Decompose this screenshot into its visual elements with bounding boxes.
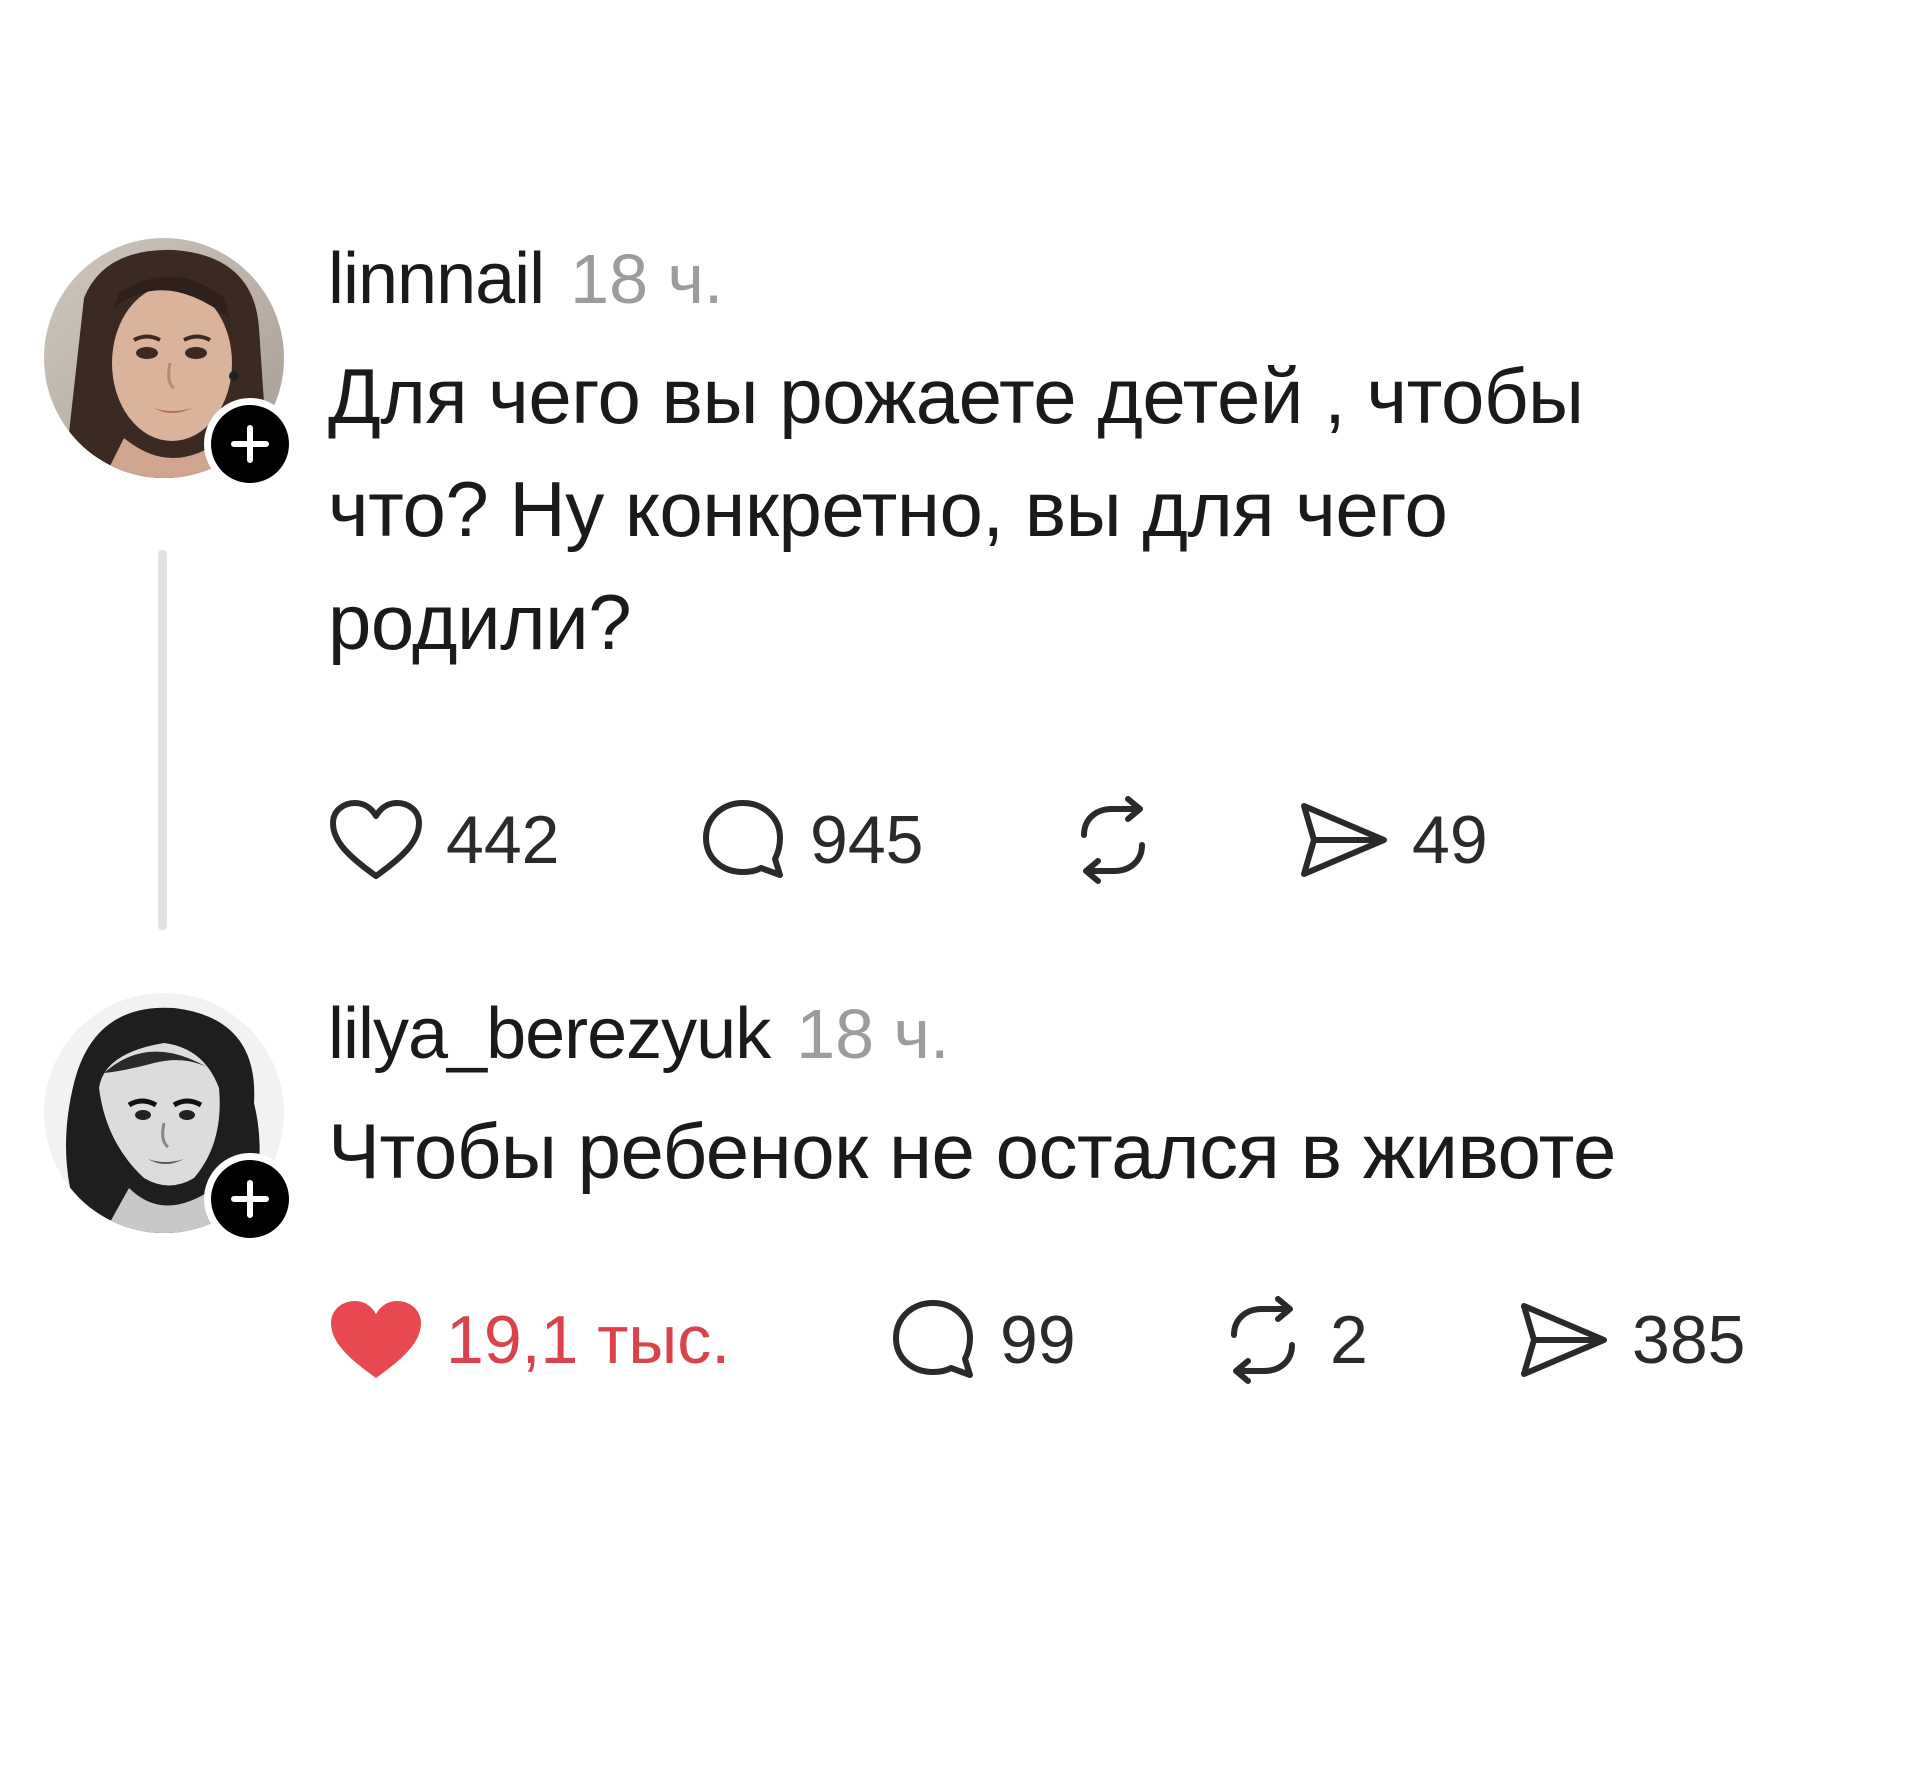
post-content: lilya_berezyuk 18 ч. Чтобы ребенок не ос… bbox=[328, 985, 1828, 1384]
post-content: linnnail 18 ч. Для чего вы рожаете детей… bbox=[328, 230, 1828, 884]
plus-icon bbox=[231, 1180, 269, 1218]
repost-button[interactable] bbox=[1068, 795, 1298, 885]
post-text: Для чего вы рожаете детей , чтобы что? Н… bbox=[328, 340, 1828, 679]
share-count: 385 bbox=[1632, 1302, 1746, 1378]
like-button[interactable]: 19,1 тыс. bbox=[328, 1298, 888, 1382]
post-timestamp: 18 ч. bbox=[796, 995, 950, 1073]
post-text: Чтобы ребенок не остался в животе bbox=[328, 1095, 1828, 1208]
post-meta: lilya_berezyuk 18 ч. bbox=[328, 985, 1828, 1095]
post-username[interactable]: lilya_berezyuk bbox=[328, 993, 771, 1075]
send-icon bbox=[1301, 803, 1387, 877]
heart-filled-icon bbox=[331, 1301, 421, 1378]
follow-button[interactable] bbox=[204, 1153, 296, 1245]
post-actions: 442 945 49 bbox=[328, 785, 1558, 895]
comment-count: 99 bbox=[1000, 1302, 1076, 1378]
heart-icon bbox=[330, 800, 422, 879]
thread-feed: linnnail 18 ч. Для чего вы рожаете детей… bbox=[0, 0, 1920, 1765]
post-timestamp: 18 ч. bbox=[570, 240, 724, 318]
repost-button[interactable]: 2 bbox=[1218, 1295, 1518, 1385]
post-text-line: что? Ну конкретно, вы для чего bbox=[328, 465, 1448, 553]
post-author-avatar[interactable] bbox=[44, 993, 296, 1245]
post-username[interactable]: linnnail bbox=[328, 238, 545, 320]
thread-connector bbox=[158, 550, 167, 930]
comment-count: 945 bbox=[810, 802, 924, 878]
post-text-line: родили? bbox=[328, 578, 632, 666]
comment-button[interactable]: 945 bbox=[698, 795, 1068, 885]
post-meta: linnnail 18 ч. bbox=[328, 230, 1828, 340]
share-button[interactable]: 49 bbox=[1298, 798, 1558, 882]
post-text-line: Чтобы ребенок не остался в животе bbox=[328, 1107, 1616, 1195]
post-actions: 19,1 тыс. 99 2 385 bbox=[328, 1285, 1818, 1395]
plus-icon bbox=[231, 425, 269, 463]
post-text-line: Для чего вы рожаете детей , чтобы bbox=[328, 352, 1584, 440]
like-count: 442 bbox=[446, 802, 560, 878]
comment-bubble-icon bbox=[893, 1300, 973, 1378]
share-button[interactable]: 385 bbox=[1518, 1298, 1818, 1382]
repost-count: 2 bbox=[1330, 1302, 1368, 1378]
comment-button[interactable]: 99 bbox=[888, 1295, 1218, 1385]
share-count: 49 bbox=[1412, 802, 1488, 878]
send-icon bbox=[1521, 1303, 1607, 1377]
like-button[interactable]: 442 bbox=[328, 798, 698, 882]
repost-icon bbox=[1231, 1296, 1295, 1384]
post-author-avatar[interactable] bbox=[44, 238, 296, 490]
follow-button[interactable] bbox=[204, 398, 296, 490]
comment-bubble-icon bbox=[703, 800, 783, 878]
like-count: 19,1 тыс. bbox=[446, 1302, 731, 1378]
repost-icon bbox=[1081, 796, 1145, 884]
